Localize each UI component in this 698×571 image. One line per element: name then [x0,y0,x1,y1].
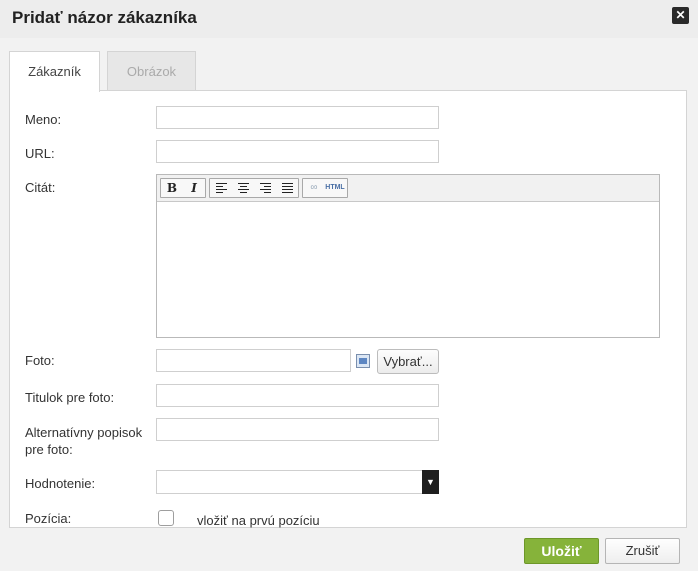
name-input[interactable] [156,106,439,129]
position-checkbox-label[interactable]: vložiť na prvú pozíciu [197,513,320,528]
rating-select[interactable]: ▼ [156,470,439,494]
choose-button[interactable]: Vybrať... [377,349,439,374]
photo-input[interactable] [156,349,351,372]
alt-input[interactable] [156,418,439,441]
tab-customer[interactable]: Zákazník [9,51,100,92]
photo-title-input[interactable] [156,384,439,407]
photo-label: Foto: [25,353,55,368]
align-justify-button[interactable] [277,180,297,196]
save-button[interactable]: Uložiť [524,538,599,564]
position-label: Pozícia: [25,511,72,526]
html-button[interactable]: HTML [325,180,345,196]
dialog-titlebar: Pridať názor zákazníka ✕ [0,0,698,38]
italic-button[interactable]: I [184,180,204,196]
align-left-button[interactable] [211,180,231,196]
chevron-down-icon[interactable]: ▼ [422,470,439,494]
cancel-button[interactable]: Zrušiť [605,538,680,564]
align-justify-icon [282,183,293,193]
bold-button[interactable]: B [162,180,182,196]
align-right-icon [260,183,271,193]
link-icon[interactable]: ∞ [304,180,324,196]
close-icon[interactable]: ✕ [672,7,689,24]
align-center-icon [238,183,249,193]
tab-image[interactable]: Obrázok [107,51,196,91]
alt-label: Alternatívny popisok pre foto: [25,425,143,457]
rating-label: Hodnotenie: [25,476,96,491]
quote-editor[interactable]: B I ∞ HTML [156,174,660,338]
format-group: B I [160,178,206,198]
dialog-title: Pridať názor zákazníka [12,8,197,27]
photo-title-label: Titulok pre foto: [25,390,115,405]
url-label: URL: [25,146,55,161]
editor-toolbar: B I ∞ HTML [157,175,659,202]
insert-group: ∞ HTML [302,178,348,198]
name-label: Meno: [25,112,62,127]
url-input[interactable] [156,140,439,163]
align-left-icon [216,183,227,193]
position-checkbox[interactable] [158,510,174,526]
align-group [209,178,299,198]
align-right-button[interactable] [255,180,275,196]
quote-label: Citát: [25,180,56,195]
align-center-button[interactable] [233,180,253,196]
file-browser-icon[interactable] [356,354,370,368]
